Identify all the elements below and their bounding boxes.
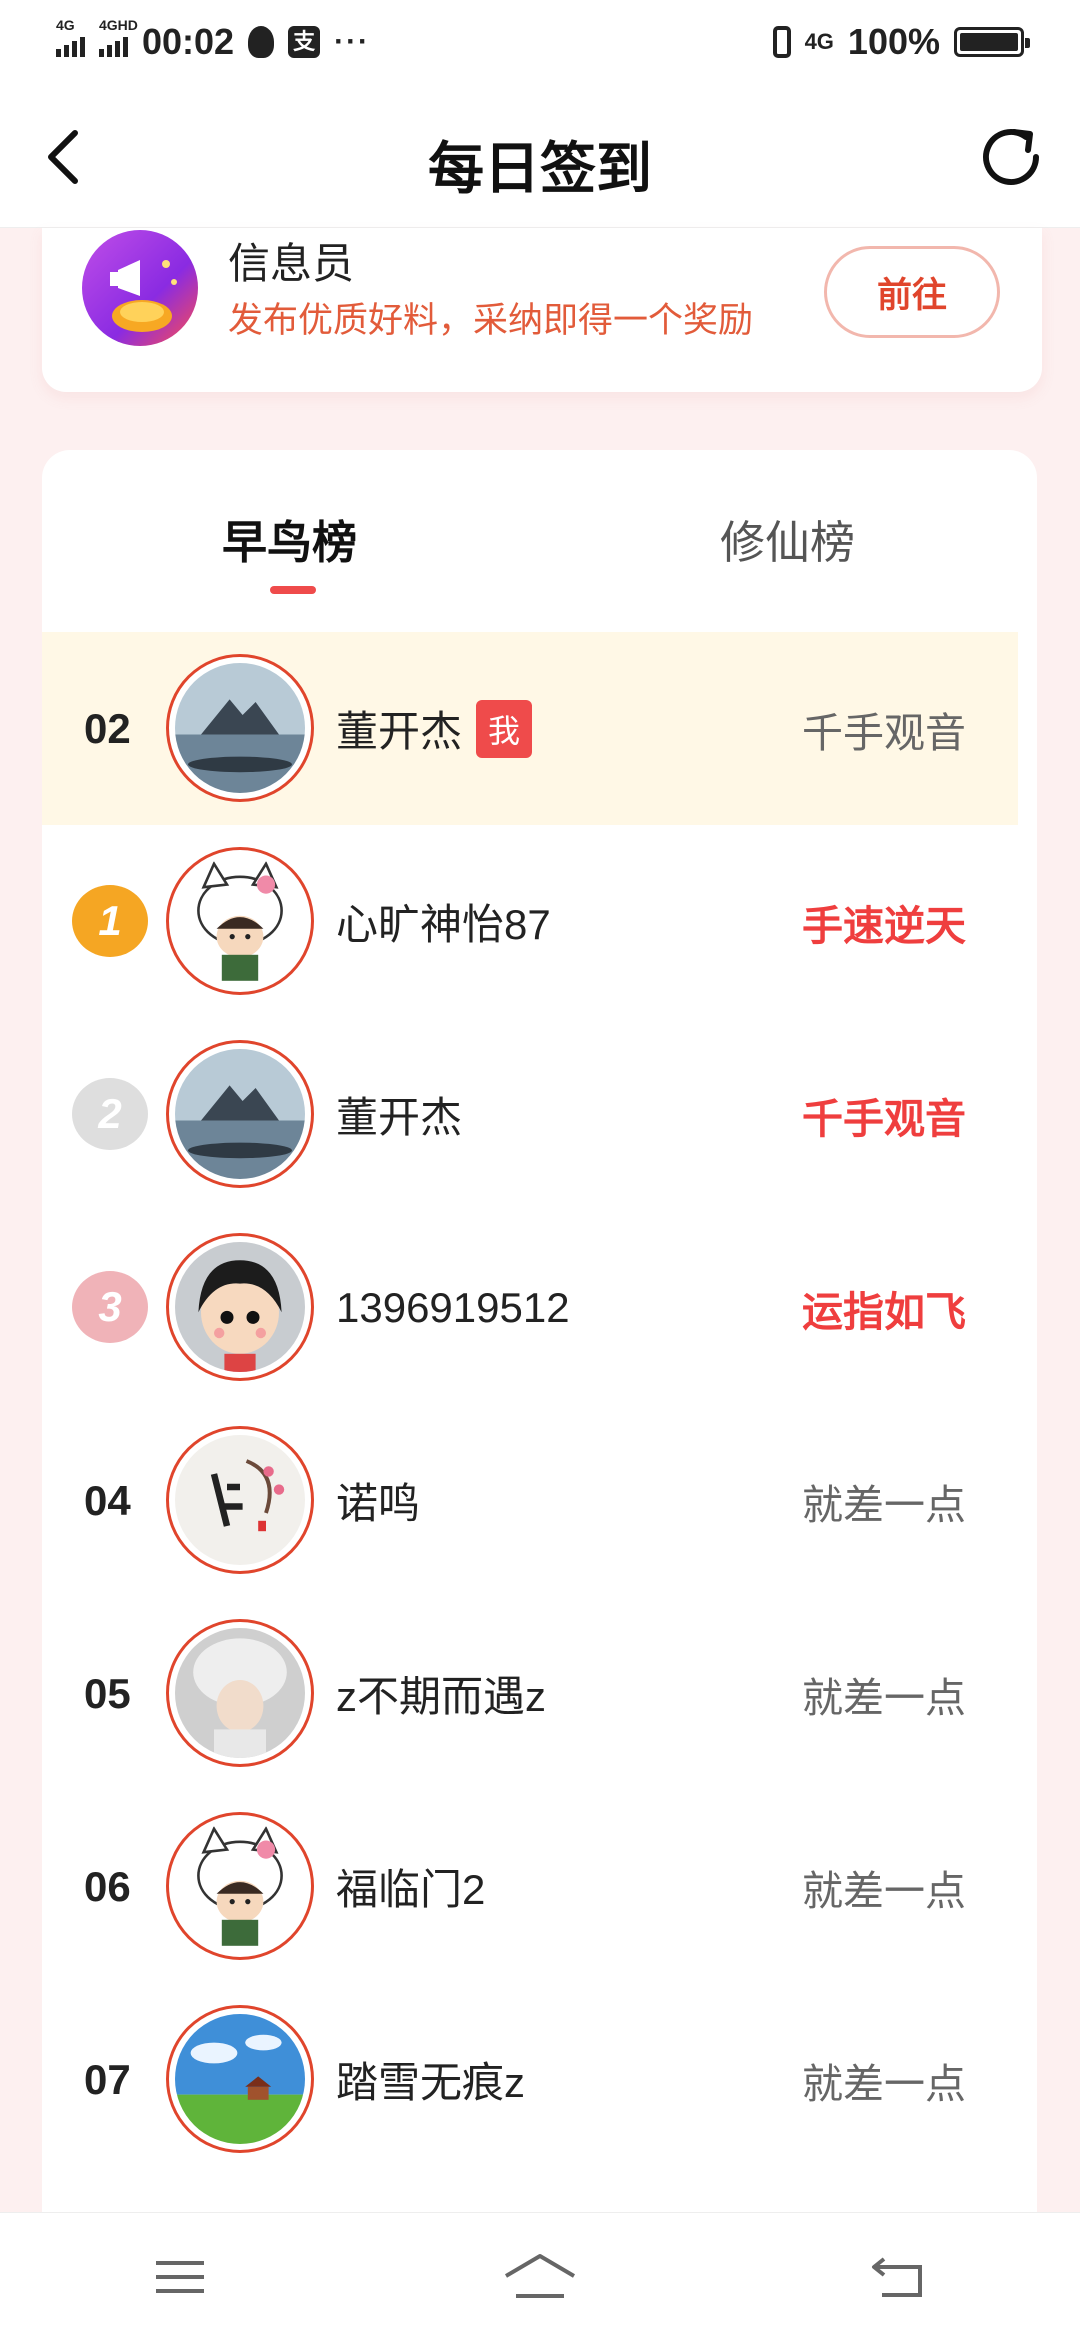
my-rank-row[interactable]: 02 董开杰 我 千手观音 — [42, 632, 1018, 825]
active-tab-indicator — [270, 586, 316, 594]
rank-row[interactable]: 04 诺鸣 就差一点 — [42, 1404, 1018, 1597]
rank-number: 06 — [84, 1862, 131, 1910]
rank-row[interactable]: 2 董开杰 千手观音 — [42, 1018, 1018, 1211]
header: 每日签到 — [0, 84, 1080, 228]
medal-number: 1 — [98, 897, 122, 944]
alipay-icon: 支 — [288, 26, 321, 58]
rank-number: 05 — [84, 1669, 131, 1717]
avatar — [166, 847, 314, 995]
calligraphy-avatar — [175, 1435, 305, 1565]
rank-number: 02 — [84, 704, 131, 752]
username: z不期而遇z — [336, 1673, 547, 1720]
hello-kitty-girl-avatar — [175, 1821, 305, 1951]
status-right: 4G 100% — [772, 21, 1030, 63]
user-title: 就差一点 — [802, 1481, 966, 1528]
username: 福临门2 — [336, 1866, 486, 1913]
megaphone-icon — [82, 230, 198, 346]
hello-kitty-girl-avatar — [175, 856, 305, 986]
signal-icon-2: 4GHD — [99, 17, 138, 57]
user-title: 运指如飞 — [802, 1288, 966, 1335]
ranking-list: 02 董开杰 我 千手观音 1 心旷神怡87 手速逆天 2 董开杰 千手观音 3… — [42, 632, 1018, 2176]
meadow-house-avatar — [175, 2014, 305, 2144]
battery-percent: 100% — [847, 21, 940, 62]
rank-number: 04 — [84, 1476, 131, 1524]
avatar — [166, 1040, 314, 1188]
signal-type-2: 4GHD — [99, 17, 138, 33]
signal-type-1: 4G — [56, 17, 75, 33]
home-button[interactable] — [495, 2242, 585, 2312]
vibrate-icon — [772, 26, 791, 58]
rank-row[interactable]: 07 踏雪无痕z 就差一点 — [42, 1983, 1018, 2176]
username: 心旷神怡87 — [336, 901, 551, 948]
signal-icon: 4G — [56, 17, 85, 57]
go-button[interactable]: 前往 — [824, 246, 1000, 338]
rank-row[interactable]: 3 1396919512 运指如飞 — [42, 1211, 1018, 1404]
silver-medal-icon: 2 — [72, 1078, 148, 1150]
furry-hat-girl-avatar — [175, 1628, 305, 1758]
rank-row[interactable]: 1 心旷神怡87 手速逆天 — [42, 825, 1018, 1018]
username: 1396919512 — [336, 1283, 570, 1331]
system-navbar — [0, 2212, 1080, 2341]
cartoon-girl-avatar — [175, 1242, 305, 1372]
status-bar: 4G 4GHD 00:02 支 ··· 4G 100% — [0, 0, 1080, 84]
refresh-button[interactable] — [974, 120, 1048, 194]
avatar — [166, 1426, 314, 1574]
info-description: 发布优质好料，采纳即得一个奖励 — [228, 301, 754, 340]
avatar — [166, 1233, 314, 1381]
rank-row[interactable]: 06 福临门2 就差一点 — [42, 1790, 1018, 1983]
avatar — [166, 654, 314, 802]
qq-icon — [248, 26, 275, 58]
username: 踏雪无痕z — [336, 2059, 526, 2106]
username: 董开杰 — [336, 1094, 463, 1141]
status-left: 4G 4GHD 00:02 支 ··· — [56, 17, 371, 63]
username: 董开杰 我 — [336, 632, 533, 825]
mountain-lake-avatar — [175, 663, 305, 793]
rank-number: 07 — [84, 2055, 131, 2103]
ranking-card: 早鸟榜 修仙榜 02 董开杰 我 千手观音 1 心旷神怡87 手速逆天 2 董开… — [42, 450, 1037, 2310]
info-title: 信息员 — [228, 240, 355, 287]
clock: 00:02 — [142, 21, 235, 62]
avatar — [166, 1812, 314, 1960]
user-title: 就差一点 — [802, 2060, 966, 2107]
username-text: 董开杰 — [336, 708, 463, 755]
mountain-lake-avatar — [175, 1049, 305, 1179]
medal-number: 3 — [98, 1283, 122, 1330]
home-icon — [504, 2254, 576, 2298]
back-icon — [872, 2257, 922, 2297]
avatar — [166, 1619, 314, 1767]
bronze-medal-icon: 3 — [72, 1271, 148, 1343]
battery-icon — [954, 27, 1030, 57]
medal-number: 2 — [98, 1090, 122, 1137]
back-nav-button[interactable] — [855, 2242, 945, 2312]
menu-button[interactable] — [135, 2242, 225, 2312]
info-card: 信息员 发布优质好料，采纳即得一个奖励 前往 — [42, 228, 1042, 392]
user-title: 就差一点 — [802, 1867, 966, 1914]
tab-immortal[interactable]: 修仙榜 — [720, 506, 855, 571]
user-title: 千手观音 — [802, 709, 966, 756]
user-title: 就差一点 — [802, 1674, 966, 1721]
more-notifications-icon: ··· — [334, 25, 371, 58]
refresh-icon — [983, 129, 1039, 185]
gold-medal-icon: 1 — [72, 885, 148, 957]
avatar — [166, 2005, 314, 2153]
tab-early-bird[interactable]: 早鸟榜 — [222, 506, 357, 571]
user-title: 千手观音 — [802, 1095, 966, 1142]
rank-row[interactable]: 05 z不期而遇z 就差一点 — [42, 1597, 1018, 1790]
page-title: 每日签到 — [428, 137, 652, 200]
signal-type-3: 4G — [804, 29, 834, 54]
user-title: 手速逆天 — [802, 902, 966, 949]
username: 诺鸣 — [336, 1480, 421, 1527]
menu-icon — [156, 2261, 204, 2293]
me-badge: 我 — [476, 699, 533, 758]
